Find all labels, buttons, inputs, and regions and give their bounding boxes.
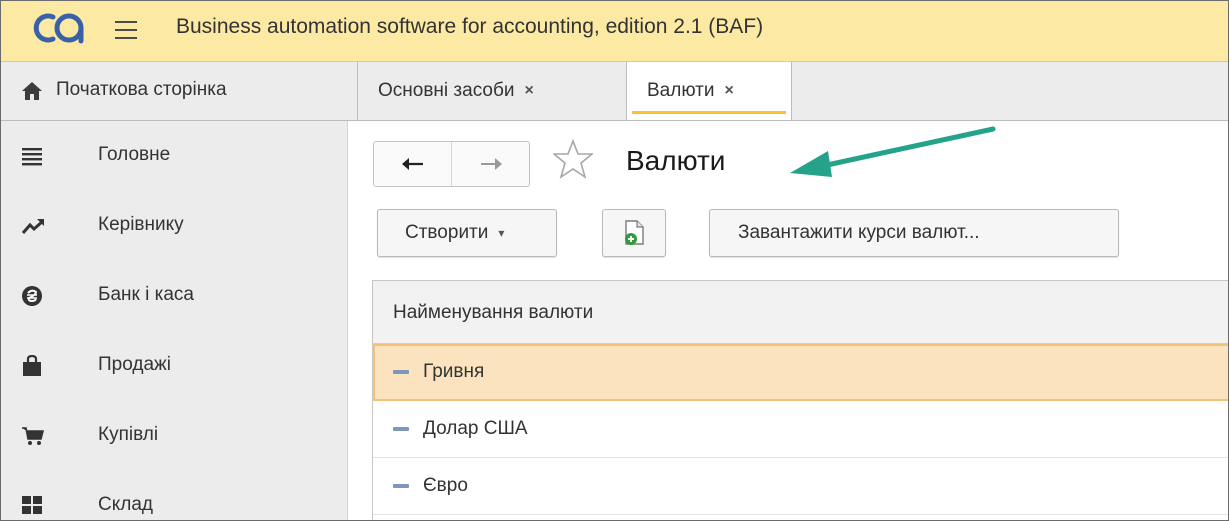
sidebar-item-label: Банк і каса [98,284,194,305]
tab-home-label: Початкова сторінка [56,79,227,100]
app-window: Business automation software for account… [0,0,1229,521]
create-button-label: Створити [405,222,489,243]
annotation-arrow-icon [790,126,996,177]
sidebar-item-main[interactable]: Головне [1,127,347,189]
hryvnia-coin-icon [22,286,42,306]
back-button[interactable] [374,142,451,186]
item-marker-icon [393,370,409,374]
load-exchange-rates-label: Завантажити курси валют... [738,222,980,243]
currency-name: Євро [423,475,468,496]
favorite-star-icon[interactable] [553,139,593,179]
tab-currencies-close-icon[interactable]: × [724,82,733,100]
tab-fixed-assets[interactable]: Основні засоби × [358,62,627,120]
sidebar-item-bank-cash[interactable]: Банк і каса [1,267,347,329]
table-row[interactable]: Гривня [373,344,1228,401]
sidebar-item-label: Склад [98,494,153,515]
item-marker-icon [393,484,409,488]
sidebar-item-purchases[interactable]: Купівлі [1,407,347,469]
page-title: Валюти [626,145,726,176]
tab-fixed-assets-close-icon[interactable]: × [524,82,533,100]
home-icon [22,82,42,100]
sidebar-item-label: Продажі [98,354,171,375]
window-title: Business automation software for account… [176,15,764,38]
main-menu-icon[interactable] [115,21,137,39]
trend-icon [21,219,44,234]
tab-currencies[interactable]: Валюти × [627,62,792,120]
tab-bar: Початкова сторінка Основні засоби × Валю… [1,62,1228,121]
arrow-right-icon [480,158,502,170]
arrow-left-icon [401,158,423,170]
currency-name: Долар США [423,418,528,439]
sidebar-item-label: Купівлі [98,424,159,445]
tab-currencies-label: Валюти [647,80,715,101]
column-header-label: Найменування валюти [393,302,594,323]
title-bar: Business automation software for account… [1,1,1228,62]
sidebar-item-manager[interactable]: Керівнику [1,197,347,259]
sidebar-item-sales[interactable]: Продажі [1,337,347,399]
sidebar-item-label: Керівнику [98,214,184,235]
shopping-bag-icon [23,355,41,376]
item-marker-icon [393,427,409,431]
main-content: Валюти Створити ▾ Завантажити курси валю… [348,121,1228,520]
sidebar: Головне Керівнику Банк і каса Продажі Ку… [1,121,348,520]
menu-lines-icon [22,148,42,166]
tab-fixed-assets-label: Основні засоби [378,80,515,101]
load-exchange-rates-button[interactable]: Завантажити курси валют... [709,209,1119,257]
table-header-currency-name[interactable]: Найменування валюти [373,281,1228,344]
copy-button[interactable] [602,209,666,257]
cart-icon [22,427,45,445]
app-logo-icon[interactable] [27,11,91,45]
active-tab-indicator [632,111,786,114]
currencies-table: Найменування валюти Гривня Долар США Євр… [372,280,1228,520]
forward-button[interactable] [451,142,529,186]
create-button[interactable]: Створити ▾ [377,209,557,257]
chevron-down-icon: ▾ [498,226,505,240]
grid-icon [22,496,42,514]
sidebar-item-warehouse[interactable]: Склад [1,477,347,520]
add-document-icon [625,220,644,245]
table-row[interactable]: Долар США [373,401,1228,458]
currency-name: Гривня [423,361,485,382]
history-nav [373,141,530,187]
tab-home[interactable]: Початкова сторінка [1,62,358,120]
sidebar-item-label: Головне [98,144,171,165]
table-row[interactable]: Євро [373,458,1228,515]
